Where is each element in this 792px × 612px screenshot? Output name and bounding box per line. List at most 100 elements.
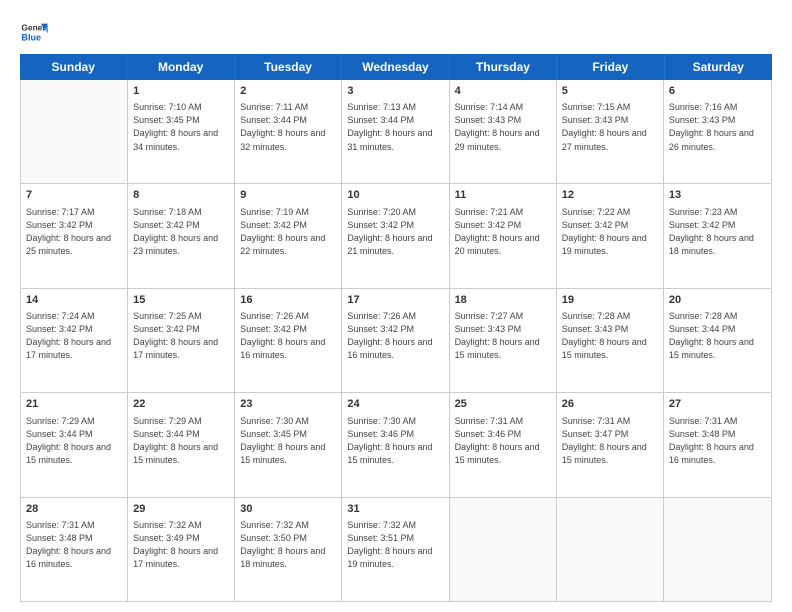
day-number: 22	[133, 397, 229, 412]
calendar-cell: 27 Sunrise: 7:31 AMSunset: 3:48 PMDayligh…	[664, 393, 771, 496]
calendar-cell: 5Sunrise: 7:15 AMSunset: 3:43 PMDaylight…	[557, 80, 664, 183]
svg-text:Blue: Blue	[21, 32, 41, 42]
calendar-row: 14 Sunrise: 7:24 AMSunset: 3:42 PMDayligh…	[21, 289, 771, 393]
weekday-header: Saturday	[665, 54, 772, 80]
calendar-cell: 25 Sunrise: 7:31 AMSunset: 3:46 PMDayligh…	[450, 393, 557, 496]
cell-info: Sunrise: 7:23 AMSunset: 3:42 PMDaylight:…	[669, 206, 766, 258]
day-number: 15	[133, 293, 229, 308]
day-number: 8	[133, 188, 229, 203]
calendar-cell: 11 Sunrise: 7:21 AMSunset: 3:42 PMDayligh…	[450, 184, 557, 287]
calendar-body: 1Sunrise: 7:10 AMSunset: 3:45 PMDaylight…	[20, 80, 772, 602]
day-number: 26	[562, 397, 658, 412]
weekday-header: Thursday	[450, 54, 557, 80]
weekday-header: Wednesday	[342, 54, 449, 80]
cell-info: Sunrise: 7:20 AMSunset: 3:42 PMDaylight:…	[347, 206, 443, 258]
day-number: 6	[669, 84, 766, 99]
page: General Blue SundayMondayTuesdayWednesda…	[0, 0, 792, 612]
cell-info: Sunrise: 7:31 AMSunset: 3:48 PMDaylight:…	[669, 415, 766, 467]
weekday-header: Sunday	[20, 54, 127, 80]
cell-info: Sunrise: 7:31 AMSunset: 3:46 PMDaylight:…	[455, 415, 551, 467]
calendar-cell: 31 Sunrise: 7:32 AMSunset: 3:51 PMDayligh…	[342, 498, 449, 601]
cell-info: Sunrise: 7:21 AMSunset: 3:42 PMDaylight:…	[455, 206, 551, 258]
cell-info: Sunrise: 7:19 AMSunset: 3:42 PMDaylight:…	[240, 206, 336, 258]
cell-info: Sunrise: 7:30 AMSunset: 3:45 PMDaylight:…	[240, 415, 336, 467]
calendar-cell: 3 Sunrise: 7:13 AMSunset: 3:44 PMDaylight…	[342, 80, 449, 183]
day-number: 16	[240, 293, 336, 308]
day-number: 12	[562, 188, 658, 203]
calendar-cell: 12 Sunrise: 7:22 AMSunset: 3:42 PMDayligh…	[557, 184, 664, 287]
day-number: 24	[347, 397, 443, 412]
calendar-cell: 7 Sunrise: 7:17 AMSunset: 3:42 PMDaylight…	[21, 184, 128, 287]
cell-info: Sunrise: 7:32 AMSunset: 3:50 PMDaylight:…	[240, 519, 336, 571]
cell-info: Sunrise: 7:13 AMSunset: 3:44 PMDaylight:…	[347, 101, 443, 153]
cell-info: Sunrise: 7:18 AMSunset: 3:42 PMDaylight:…	[133, 206, 229, 258]
day-number: 18	[455, 293, 551, 308]
calendar: SundayMondayTuesdayWednesdayThursdayFrid…	[20, 54, 772, 602]
cell-info: Sunrise: 7:15 AMSunset: 3:43 PMDaylight:…	[562, 101, 658, 153]
weekday-header: Monday	[127, 54, 234, 80]
calendar-cell: 8 Sunrise: 7:18 AMSunset: 3:42 PMDaylight…	[128, 184, 235, 287]
cell-info: Sunrise: 7:28 AMSunset: 3:44 PMDaylight:…	[669, 310, 766, 362]
cell-info: Sunrise: 7:30 AMSunset: 3:46 PMDaylight:…	[347, 415, 443, 467]
cell-info: Sunrise: 7:31 AMSunset: 3:47 PMDaylight:…	[562, 415, 658, 467]
calendar-row: 1Sunrise: 7:10 AMSunset: 3:45 PMDaylight…	[21, 80, 771, 184]
day-number: 27	[669, 397, 766, 412]
calendar-cell: 16Sunrise: 7:26 AMSunset: 3:42 PMDayligh…	[235, 289, 342, 392]
calendar-cell: 23 Sunrise: 7:30 AMSunset: 3:45 PMDayligh…	[235, 393, 342, 496]
calendar-cell: 26 Sunrise: 7:31 AMSunset: 3:47 PMDayligh…	[557, 393, 664, 496]
cell-info: Sunrise: 7:28 AMSunset: 3:43 PMDaylight:…	[562, 310, 658, 362]
calendar-cell: 2 Sunrise: 7:11 AMSunset: 3:44 PMDaylight…	[235, 80, 342, 183]
calendar-cell: 14 Sunrise: 7:24 AMSunset: 3:42 PMDayligh…	[21, 289, 128, 392]
weekday-header: Tuesday	[235, 54, 342, 80]
day-number: 3	[347, 84, 443, 99]
calendar-cell: 6 Sunrise: 7:16 AMSunset: 3:43 PMDaylight…	[664, 80, 771, 183]
day-number: 9	[240, 188, 336, 203]
calendar-row: 21 Sunrise: 7:29 AMSunset: 3:44 PMDayligh…	[21, 393, 771, 497]
day-number: 20	[669, 293, 766, 308]
cell-info: Sunrise: 7:22 AMSunset: 3:42 PMDaylight:…	[562, 206, 658, 258]
calendar-cell: 30Sunrise: 7:32 AMSunset: 3:50 PMDayligh…	[235, 498, 342, 601]
calendar-cell	[21, 80, 128, 183]
day-number: 14	[26, 293, 122, 308]
calendar-cell: 22 Sunrise: 7:29 AMSunset: 3:44 PMDayligh…	[128, 393, 235, 496]
day-number: 7	[26, 188, 122, 203]
day-number: 13	[669, 188, 766, 203]
cell-info: Sunrise: 7:14 AMSunset: 3:43 PMDaylight:…	[455, 101, 551, 153]
cell-info: Sunrise: 7:10 AMSunset: 3:45 PMDaylight:…	[133, 101, 229, 153]
cell-info: Sunrise: 7:11 AMSunset: 3:44 PMDaylight:…	[240, 101, 336, 153]
calendar-cell: 9 Sunrise: 7:19 AMSunset: 3:42 PMDaylight…	[235, 184, 342, 287]
day-number: 31	[347, 502, 443, 517]
cell-info: Sunrise: 7:31 AMSunset: 3:48 PMDaylight:…	[26, 519, 122, 571]
day-number: 21	[26, 397, 122, 412]
logo-icon: General Blue	[20, 18, 48, 46]
calendar-cell: 24 Sunrise: 7:30 AMSunset: 3:46 PMDayligh…	[342, 393, 449, 496]
calendar-cell	[557, 498, 664, 601]
calendar-header: SundayMondayTuesdayWednesdayThursdayFrid…	[20, 54, 772, 80]
calendar-cell	[450, 498, 557, 601]
day-number: 17	[347, 293, 443, 308]
day-number: 4	[455, 84, 551, 99]
cell-info: Sunrise: 7:29 AMSunset: 3:44 PMDaylight:…	[26, 415, 122, 467]
calendar-cell: 1Sunrise: 7:10 AMSunset: 3:45 PMDaylight…	[128, 80, 235, 183]
day-number: 25	[455, 397, 551, 412]
cell-info: Sunrise: 7:17 AMSunset: 3:42 PMDaylight:…	[26, 206, 122, 258]
day-number: 28	[26, 502, 122, 517]
calendar-cell: 18 Sunrise: 7:27 AMSunset: 3:43 PMDayligh…	[450, 289, 557, 392]
header: General Blue	[20, 18, 772, 46]
cell-info: Sunrise: 7:16 AMSunset: 3:43 PMDaylight:…	[669, 101, 766, 153]
cell-info: Sunrise: 7:29 AMSunset: 3:44 PMDaylight:…	[133, 415, 229, 467]
calendar-cell: 10Sunrise: 7:20 AMSunset: 3:42 PMDayligh…	[342, 184, 449, 287]
cell-info: Sunrise: 7:32 AMSunset: 3:51 PMDaylight:…	[347, 519, 443, 571]
day-number: 23	[240, 397, 336, 412]
day-number: 19	[562, 293, 658, 308]
cell-info: Sunrise: 7:24 AMSunset: 3:42 PMDaylight:…	[26, 310, 122, 362]
day-number: 11	[455, 188, 551, 203]
weekday-header: Friday	[557, 54, 664, 80]
calendar-cell: 17Sunrise: 7:26 AMSunset: 3:42 PMDayligh…	[342, 289, 449, 392]
day-number: 2	[240, 84, 336, 99]
cell-info: Sunrise: 7:32 AMSunset: 3:49 PMDaylight:…	[133, 519, 229, 571]
day-number: 29	[133, 502, 229, 517]
calendar-cell: 20 Sunrise: 7:28 AMSunset: 3:44 PMDayligh…	[664, 289, 771, 392]
cell-info: Sunrise: 7:27 AMSunset: 3:43 PMDaylight:…	[455, 310, 551, 362]
calendar-row: 28 Sunrise: 7:31 AMSunset: 3:48 PMDayligh…	[21, 498, 771, 601]
